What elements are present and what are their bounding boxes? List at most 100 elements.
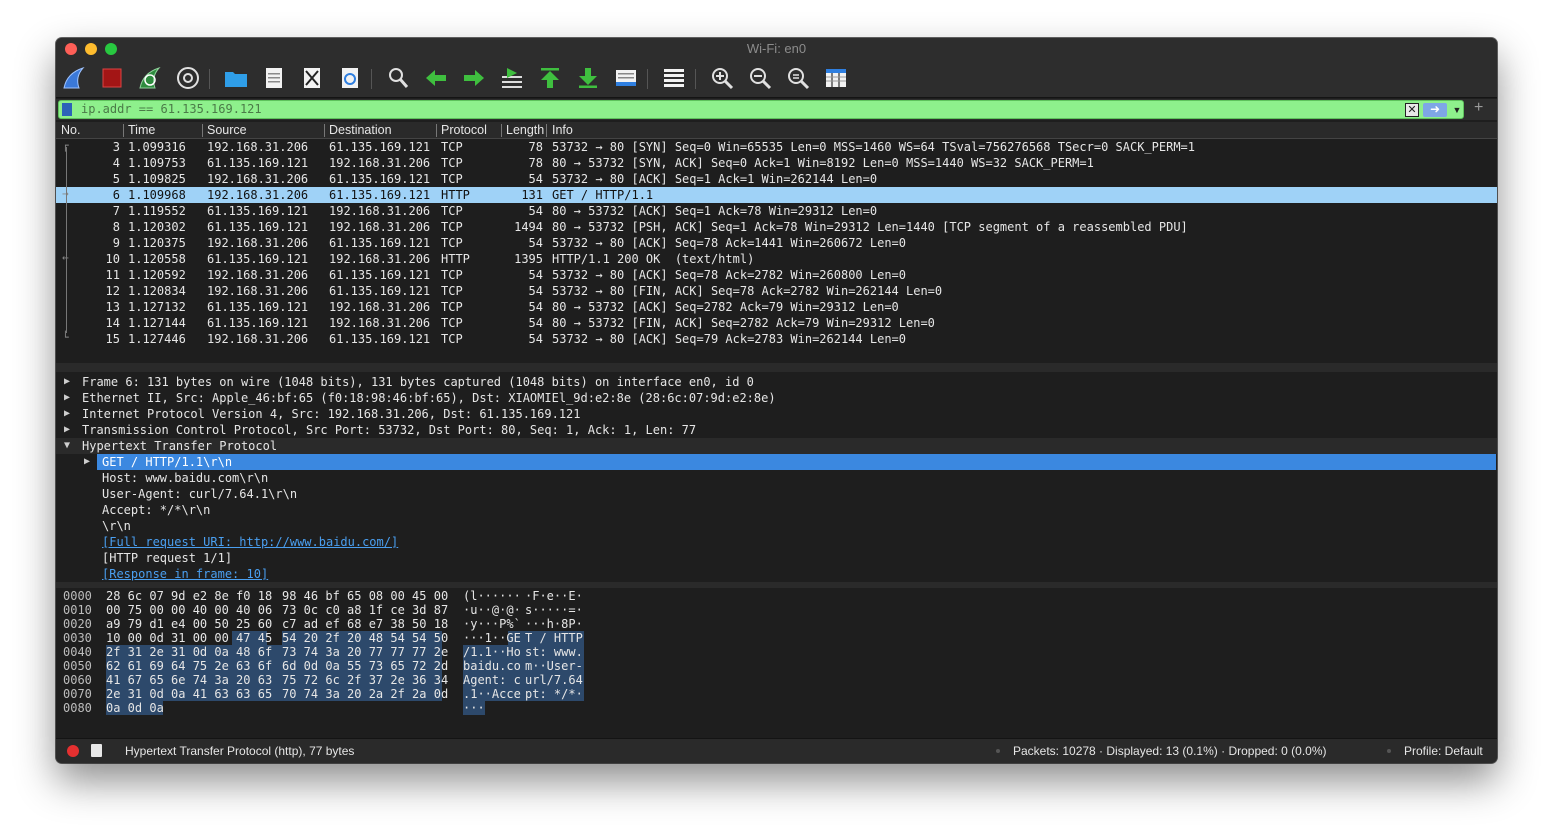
colorize-icon[interactable] <box>659 63 689 93</box>
close-window-button[interactable] <box>65 43 77 55</box>
chevron-down-icon[interactable]: ▼ <box>1451 103 1463 117</box>
packet-row[interactable]: 12 1.120834 192.168.31.206 61.135.169.121 TC… <box>56 283 1497 299</box>
http-field-row[interactable]: [Response in frame: 10] <box>56 566 1497 582</box>
detail-row[interactable]: ▶ Frame 6: 131 bytes on wire (1048 bits),… <box>56 374 1497 390</box>
packet-length: 1494 <box>514 220 543 234</box>
hex-row[interactable]: 0020 a9 79 d1 e4 00 50 25 60 c7 ad ef 68 e… <box>56 617 1497 631</box>
packet-info: 80 → 53732 [ACK] Seq=1 Ack=78 Win=29312 … <box>552 204 878 218</box>
minimize-window-button[interactable] <box>85 43 97 55</box>
hex-row[interactable]: 0060 41 67 65 6e 74 3a 20 63 75 72 6c 2f 3… <box>56 673 1497 687</box>
packet-row[interactable]: 5 1.109825 192.168.31.206 61.135.169.121 TCP… <box>56 171 1497 187</box>
packet-bytes-pane: 0000 28 6c 07 9d e2 8e f0 18 98 46 bf 65 0… <box>56 588 1497 734</box>
detail-row[interactable]: ▶ Internet Protocol Version 4, Src: 192.1… <box>56 406 1497 422</box>
open-file-icon[interactable] <box>221 63 251 93</box>
http-field-row[interactable]: Accept: */*\r\n <box>56 502 1497 518</box>
packet-row[interactable]: 9 1.120375 192.168.31.206 61.135.169.121 TCP… <box>56 235 1497 251</box>
packet-row[interactable]: 7 1.119552 61.135.169.121 192.168.31.206 TCP… <box>56 203 1497 219</box>
last-packet-icon[interactable] <box>573 63 603 93</box>
http-field-row[interactable]: \r\n <box>56 518 1497 534</box>
hex-row[interactable]: 0070 2e 31 0d 0a 41 63 63 65 70 74 3a 20 2… <box>56 687 1497 701</box>
hex-row[interactable]: 0080 0a 0d 0a ··· <box>56 701 1497 715</box>
hex-row[interactable]: 0010 00 75 00 00 40 00 40 06 73 0c c0 a8 1… <box>56 603 1497 617</box>
column-divider[interactable] <box>436 124 437 137</box>
packet-row[interactable]: 10 1.120558 61.135.169.121 192.168.31.206 HT… <box>56 251 1497 267</box>
capture-options-icon[interactable] <box>173 63 203 93</box>
http-field-row[interactable]: [HTTP request 1/1] <box>56 550 1497 566</box>
column-header-info[interactable]: Info <box>552 123 573 137</box>
apply-filter-icon[interactable]: ➜ <box>1423 103 1447 117</box>
expand-triangle-icon[interactable]: ▶ <box>64 406 70 422</box>
column-divider[interactable] <box>324 124 325 137</box>
expert-info-icon[interactable] <box>67 745 79 757</box>
stop-capture-icon[interactable] <box>97 63 127 93</box>
expand-triangle-icon[interactable]: ▶ <box>84 454 90 470</box>
reload-file-icon[interactable] <box>335 63 365 93</box>
column-header-source[interactable]: Source <box>207 123 247 137</box>
close-file-icon[interactable] <box>297 63 327 93</box>
go-forward-icon[interactable] <box>459 63 489 93</box>
ascii-second-half: pt: */*· <box>525 687 583 701</box>
clear-filter-icon[interactable]: ✕ <box>1405 103 1419 117</box>
go-back-icon[interactable] <box>421 63 451 93</box>
full-request-uri-link[interactable]: [Full request URI: http://www.baidu.com/… <box>102 534 398 550</box>
find-packet-icon[interactable] <box>383 63 413 93</box>
hex-row[interactable]: 0000 28 6c 07 9d e2 8e f0 18 98 46 bf 65 0… <box>56 589 1497 603</box>
first-packet-icon[interactable] <box>535 63 565 93</box>
http-field-row[interactable]: Host: www.baidu.com\r\n <box>56 470 1497 486</box>
hex-row[interactable]: 0030 10 00 0d 31 00 00 47 45 54 20 2f 20 4… <box>56 631 1497 645</box>
hex-row[interactable]: 0040 2f 31 2e 31 0d 0a 48 6f 73 74 3a 20 7… <box>56 645 1497 659</box>
http-field-row[interactable]: User-Agent: curl/7.64.1\r\n <box>56 486 1497 502</box>
ascii-second-half: ·F·e··E· <box>525 589 583 603</box>
detail-row[interactable]: ▼ Hypertext Transfer Protocol <box>56 438 1497 454</box>
column-divider[interactable] <box>123 124 124 137</box>
collapse-triangle-icon[interactable]: ▼ <box>64 438 70 454</box>
packet-row[interactable]: 6 1.109968 192.168.31.206 61.135.169.121 HTT… <box>56 187 1497 203</box>
http-field-row[interactable]: ▶ GET / HTTP/1.1\r\n <box>56 454 1497 470</box>
packet-row[interactable]: 15 1.127446 192.168.31.206 61.135.169.121 TC… <box>56 331 1497 347</box>
column-header-length[interactable]: Length <box>506 123 544 137</box>
column-header-destination[interactable]: Destination <box>329 123 392 137</box>
expand-triangle-icon[interactable]: ▶ <box>64 374 70 390</box>
response-frame-link[interactable]: [Response in frame: 10] <box>102 566 268 582</box>
packet-row[interactable]: 4 1.109753 61.135.169.121 192.168.31.206 TCP… <box>56 155 1497 171</box>
auto-scroll-icon[interactable] <box>611 63 641 93</box>
save-file-icon[interactable] <box>259 63 289 93</box>
packet-row[interactable]: 8 1.120302 61.135.169.121 192.168.31.206 TCP… <box>56 219 1497 235</box>
column-divider[interactable] <box>546 124 547 137</box>
display-filter-input[interactable]: ip.addr == 61.135.169.121 ✕ ➜ ▼ <box>58 100 1464 119</box>
bookmark-icon[interactable] <box>62 103 72 116</box>
zoom-out-icon[interactable] <box>745 63 775 93</box>
packet-row[interactable]: 13 1.127132 61.135.169.121 192.168.31.206 TC… <box>56 299 1497 315</box>
packet-destination: 61.135.169.121 <box>329 172 431 186</box>
expand-triangle-icon[interactable]: ▶ <box>64 390 70 406</box>
normal-size-icon[interactable] <box>783 63 813 93</box>
capture-comment-icon[interactable] <box>91 744 102 757</box>
resize-columns-icon[interactable] <box>821 63 851 93</box>
packet-row[interactable]: 3 1.099316 192.168.31.206 61.135.169.121 TCP… <box>56 139 1497 155</box>
filter-text[interactable]: ip.addr == 61.135.169.121 <box>81 102 262 116</box>
expand-triangle-icon[interactable]: ▶ <box>64 422 70 438</box>
column-header-time[interactable]: Time <box>128 123 155 137</box>
hex-row[interactable]: 0050 62 61 69 64 75 2e 63 6f 6d 0d 0a 55 7… <box>56 659 1497 673</box>
go-to-packet-icon[interactable] <box>497 63 527 93</box>
restart-capture-icon[interactable] <box>135 63 165 93</box>
add-filter-button[interactable]: + <box>1474 99 1483 117</box>
packet-source: 61.135.169.121 <box>207 220 309 234</box>
packet-list-header: No. Time Source Destination Protocol Len… <box>56 122 1497 139</box>
zoom-in-icon[interactable] <box>707 63 737 93</box>
column-header-protocol[interactable]: Protocol <box>441 123 487 137</box>
status-profile[interactable]: Profile: Default <box>1404 744 1483 758</box>
column-header-no[interactable]: No. <box>61 123 80 137</box>
packet-source: 61.135.169.121 <box>207 156 309 170</box>
column-divider[interactable] <box>501 124 502 137</box>
packet-row[interactable]: 11 1.120592 192.168.31.206 61.135.169.121 TC… <box>56 267 1497 283</box>
shark-fin-start-icon[interactable] <box>59 63 89 93</box>
packet-row[interactable]: 14 1.127144 61.135.169.121 192.168.31.206 TC… <box>56 315 1497 331</box>
detail-row[interactable]: ▶ Transmission Control Protocol, Src Port… <box>56 422 1497 438</box>
http-field-row[interactable]: [Full request URI: http://www.baidu.com/… <box>56 534 1497 550</box>
detail-row[interactable]: ▶ Ethernet II, Src: Apple_46:bf:65 (f0:18… <box>56 390 1497 406</box>
pane-splitter[interactable] <box>56 363 1497 372</box>
zoom-window-button[interactable] <box>105 43 117 55</box>
packet-info: 80 → 53732 [FIN, ACK] Seq=2782 Ack=79 Wi… <box>552 316 935 330</box>
column-divider[interactable] <box>202 124 203 137</box>
